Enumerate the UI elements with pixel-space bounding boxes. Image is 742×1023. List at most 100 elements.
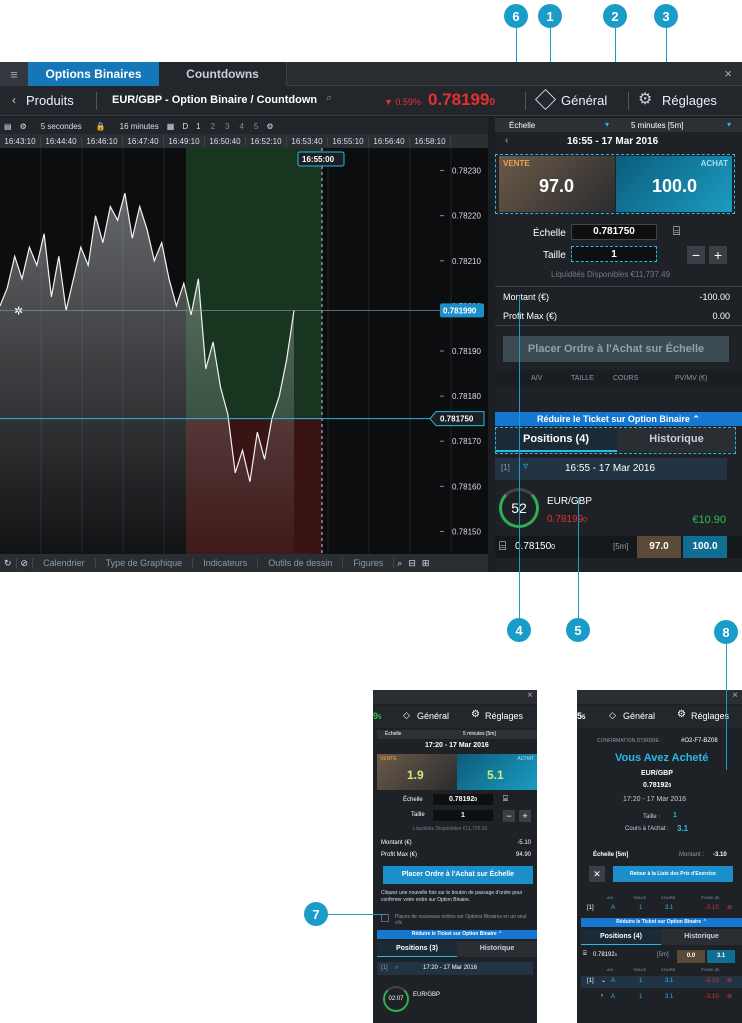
scale-dropdown-icon[interactable]: ▾ (605, 120, 609, 129)
buy-price: 5.1 (487, 768, 504, 782)
page-3[interactable]: 3 (225, 122, 229, 131)
period-dropdown-icon[interactable]: ▾ (727, 120, 731, 129)
position-pair: EUR/GBP (413, 992, 441, 998)
tab-positions[interactable]: Positions (3) (377, 941, 457, 957)
day-button[interactable]: D (182, 122, 188, 131)
calendar-icon[interactable]: ▦ (167, 122, 175, 131)
divider (495, 325, 742, 326)
interval-select[interactable]: 5 secondes (41, 122, 82, 131)
price-chart[interactable]: 0.782300.782200.782100.782000.781900.781… (0, 148, 488, 554)
close-circle-icon[interactable]: ⊗ (727, 904, 732, 911)
position-price-sub: 0 (583, 517, 588, 524)
gear-icon[interactable]: ⚙ (266, 122, 273, 131)
row-side: A (611, 905, 616, 911)
info-diamond-icon[interactable] (534, 88, 557, 111)
dismiss-button[interactable]: ✕ (589, 866, 605, 882)
info-diamond-icon[interactable]: ◇ (403, 710, 410, 721)
chart-type-button[interactable]: Type de Graphique (96, 558, 194, 568)
period-select[interactable]: 5 minutes [5m] (463, 731, 496, 737)
chevron-right-icon[interactable]: › (601, 993, 603, 999)
sell-label: VENTE (380, 756, 397, 762)
amount-value: -3.10 (713, 852, 727, 858)
bracket-icon[interactable]: ⌸ (673, 224, 680, 239)
position-header[interactable]: [1] ▿ 16:55 - 17 Mar 2016 (495, 458, 727, 480)
products-link[interactable]: Produits (26, 93, 74, 108)
list-icon[interactable]: ▤ (4, 122, 12, 131)
period-select[interactable]: 5 minutes [5m] (631, 121, 683, 130)
buy-label: ACHAT (517, 756, 534, 762)
gear-icon[interactable]: ⚙ (471, 709, 480, 720)
chart-panel[interactable]: ▤ ⚙ 5 secondes 🔒 16 minutes ▦ D 1 2 3 4 … (0, 118, 488, 572)
close-icon[interactable]: × (527, 690, 533, 701)
settings-button[interactable]: Réglages (662, 93, 717, 108)
price-sub: 0 (668, 783, 672, 789)
menu-icon[interactable]: ≡ (0, 62, 28, 86)
close-icon[interactable]: × (732, 690, 738, 701)
calendar-button[interactable]: Calendrier (33, 558, 96, 568)
decrease-button[interactable]: − (687, 246, 705, 264)
tab-history[interactable]: Historique (661, 929, 742, 945)
gear-icon[interactable]: ⚙ (677, 709, 686, 720)
size-input[interactable] (571, 246, 657, 262)
strike-price-main: 0.78192 (593, 952, 615, 958)
close-circle-icon[interactable]: ⊗ (727, 977, 732, 984)
size-input[interactable]: 1 (433, 810, 493, 821)
time-tick: 16:53:40 (287, 136, 328, 146)
clear-icon[interactable]: ⊘ (17, 557, 34, 569)
tab-countdowns[interactable]: Countdowns (159, 62, 287, 86)
place-order-button[interactable]: Placer Ordre à l'Achat sur Échelle (383, 866, 533, 884)
page-5[interactable]: 5 (254, 122, 258, 131)
general-button[interactable]: Général (417, 711, 449, 721)
info-diamond-icon[interactable]: ◇ (609, 710, 616, 721)
general-button[interactable]: Général (623, 711, 655, 721)
page-2[interactable]: 2 (211, 122, 215, 131)
strike-sell-price[interactable]: 0.0 (677, 950, 705, 963)
confirm-hint: Cliquez une nouvelle fois sur le bouton … (381, 890, 523, 903)
refresh-icon[interactable]: ↻ (0, 557, 17, 569)
tab-history[interactable]: Historique (457, 941, 537, 957)
strike-buy-price[interactable]: 3.1 (707, 950, 735, 963)
indicators-button[interactable]: Indicateurs (193, 558, 259, 568)
zoom-out-button[interactable]: ⊟ (405, 558, 419, 569)
increase-button[interactable]: + (519, 810, 531, 822)
decrease-button[interactable]: − (503, 810, 515, 822)
increase-button[interactable]: + (709, 246, 727, 264)
reduce-ticket-bar[interactable]: Réduire le Ticket sur Option Binaire ⌃ (377, 930, 537, 939)
strike-buy-price[interactable]: 100.0 (683, 536, 727, 558)
zoom-in-button[interactable]: ⊞ (419, 558, 433, 569)
back-chevron-icon[interactable]: ‹ (505, 135, 508, 146)
settings-button[interactable]: Réglages (691, 711, 729, 721)
chevron-down-icon[interactable]: ▿ (523, 461, 528, 472)
chevron-down-icon[interactable]: ⌄ (601, 977, 606, 984)
return-to-strikes-button[interactable]: Retour à la Liste des Prix d'Exercice (613, 866, 733, 882)
general-button[interactable]: Général (561, 93, 607, 108)
chevron-down-icon[interactable]: ▿ (395, 964, 398, 971)
tab-options-binaires[interactable]: Options Binaires (28, 62, 159, 86)
bracket-icon[interactable]: ⌸ (503, 794, 508, 804)
settings-button[interactable]: Réglages (485, 711, 523, 721)
lock-icon[interactable]: 🔒 (96, 122, 106, 131)
close-circle-icon[interactable]: ⊗ (727, 993, 732, 1000)
one-click-checkbox[interactable] (381, 914, 389, 922)
back-chevron-icon[interactable]: ‹ (12, 93, 16, 107)
scale-label: Échelle (509, 121, 536, 130)
position-header[interactable]: [1] ▿ 17:20 - 17 Mar 2016 (377, 962, 533, 975)
sell-price-box[interactable]: VENTE 1.9 (377, 754, 457, 790)
reduce-ticket-bar[interactable]: Réduire le Ticket sur Option Binaire ⌃ (581, 918, 742, 927)
gear-icon[interactable]: ⚙ (20, 122, 27, 131)
figures-button[interactable]: Figures (343, 558, 395, 568)
close-icon[interactable]: × (724, 66, 732, 81)
page-4[interactable]: 4 (239, 122, 243, 131)
gear-icon[interactable]: ⚙ (638, 89, 652, 109)
buy-price-box[interactable]: ACHAT 5.1 (457, 754, 537, 790)
page-1[interactable]: 1 (196, 122, 200, 131)
search-icon[interactable]: ⌕ (326, 92, 332, 105)
range-select[interactable]: 16 minutes (120, 122, 159, 131)
strike-sell-price[interactable]: 97.0 (637, 536, 681, 558)
place-order-button[interactable]: Placer Ordre à l'Achat sur Échelle (503, 336, 729, 362)
price-fragment-sub: 5 (582, 715, 586, 721)
zoom-icon[interactable]: ⌕ (394, 558, 405, 569)
tab-positions[interactable]: Positions (4) (581, 929, 661, 945)
reduce-ticket-bar[interactable]: Réduire le Ticket sur Option Binaire ⌃ (495, 412, 742, 426)
drawing-tools-button[interactable]: Outils de dessin (258, 558, 344, 568)
